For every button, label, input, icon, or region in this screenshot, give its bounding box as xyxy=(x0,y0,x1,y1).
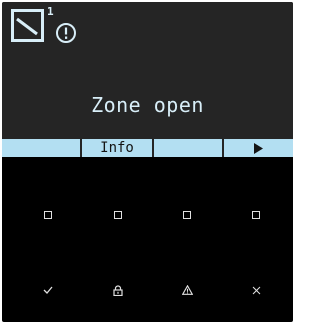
function-key-4[interactable] xyxy=(238,200,274,230)
zone-door-icon xyxy=(11,9,44,42)
play-arrow-icon xyxy=(254,142,263,154)
alarm-key[interactable] xyxy=(169,275,205,305)
keypad-buttons xyxy=(2,157,293,322)
square-icon xyxy=(183,211,191,219)
alarm-keypad: 1 Zone open Info xyxy=(2,2,293,322)
softkey-info[interactable]: Info xyxy=(80,139,152,157)
function-key-1[interactable] xyxy=(30,200,66,230)
softkey-3[interactable] xyxy=(152,139,222,157)
alert-circle-icon xyxy=(56,23,76,43)
zone-number: 1 xyxy=(47,5,54,18)
checkmark-icon xyxy=(43,286,53,294)
function-key-2[interactable] xyxy=(100,200,136,230)
lock-icon xyxy=(113,284,123,296)
close-icon xyxy=(252,286,260,294)
softkey-bar: Info xyxy=(2,139,293,157)
cancel-key[interactable] xyxy=(238,275,274,305)
square-icon xyxy=(44,211,52,219)
warning-icon xyxy=(181,285,193,295)
status-message: Zone open xyxy=(91,93,204,117)
lcd-display: 1 Zone open xyxy=(2,2,293,157)
softkey-next[interactable] xyxy=(222,139,293,157)
confirm-key[interactable] xyxy=(30,275,66,305)
lock-key[interactable] xyxy=(100,275,136,305)
square-icon xyxy=(114,211,122,219)
softkey-1[interactable] xyxy=(2,139,80,157)
square-icon xyxy=(252,211,260,219)
function-key-3[interactable] xyxy=(169,200,205,230)
